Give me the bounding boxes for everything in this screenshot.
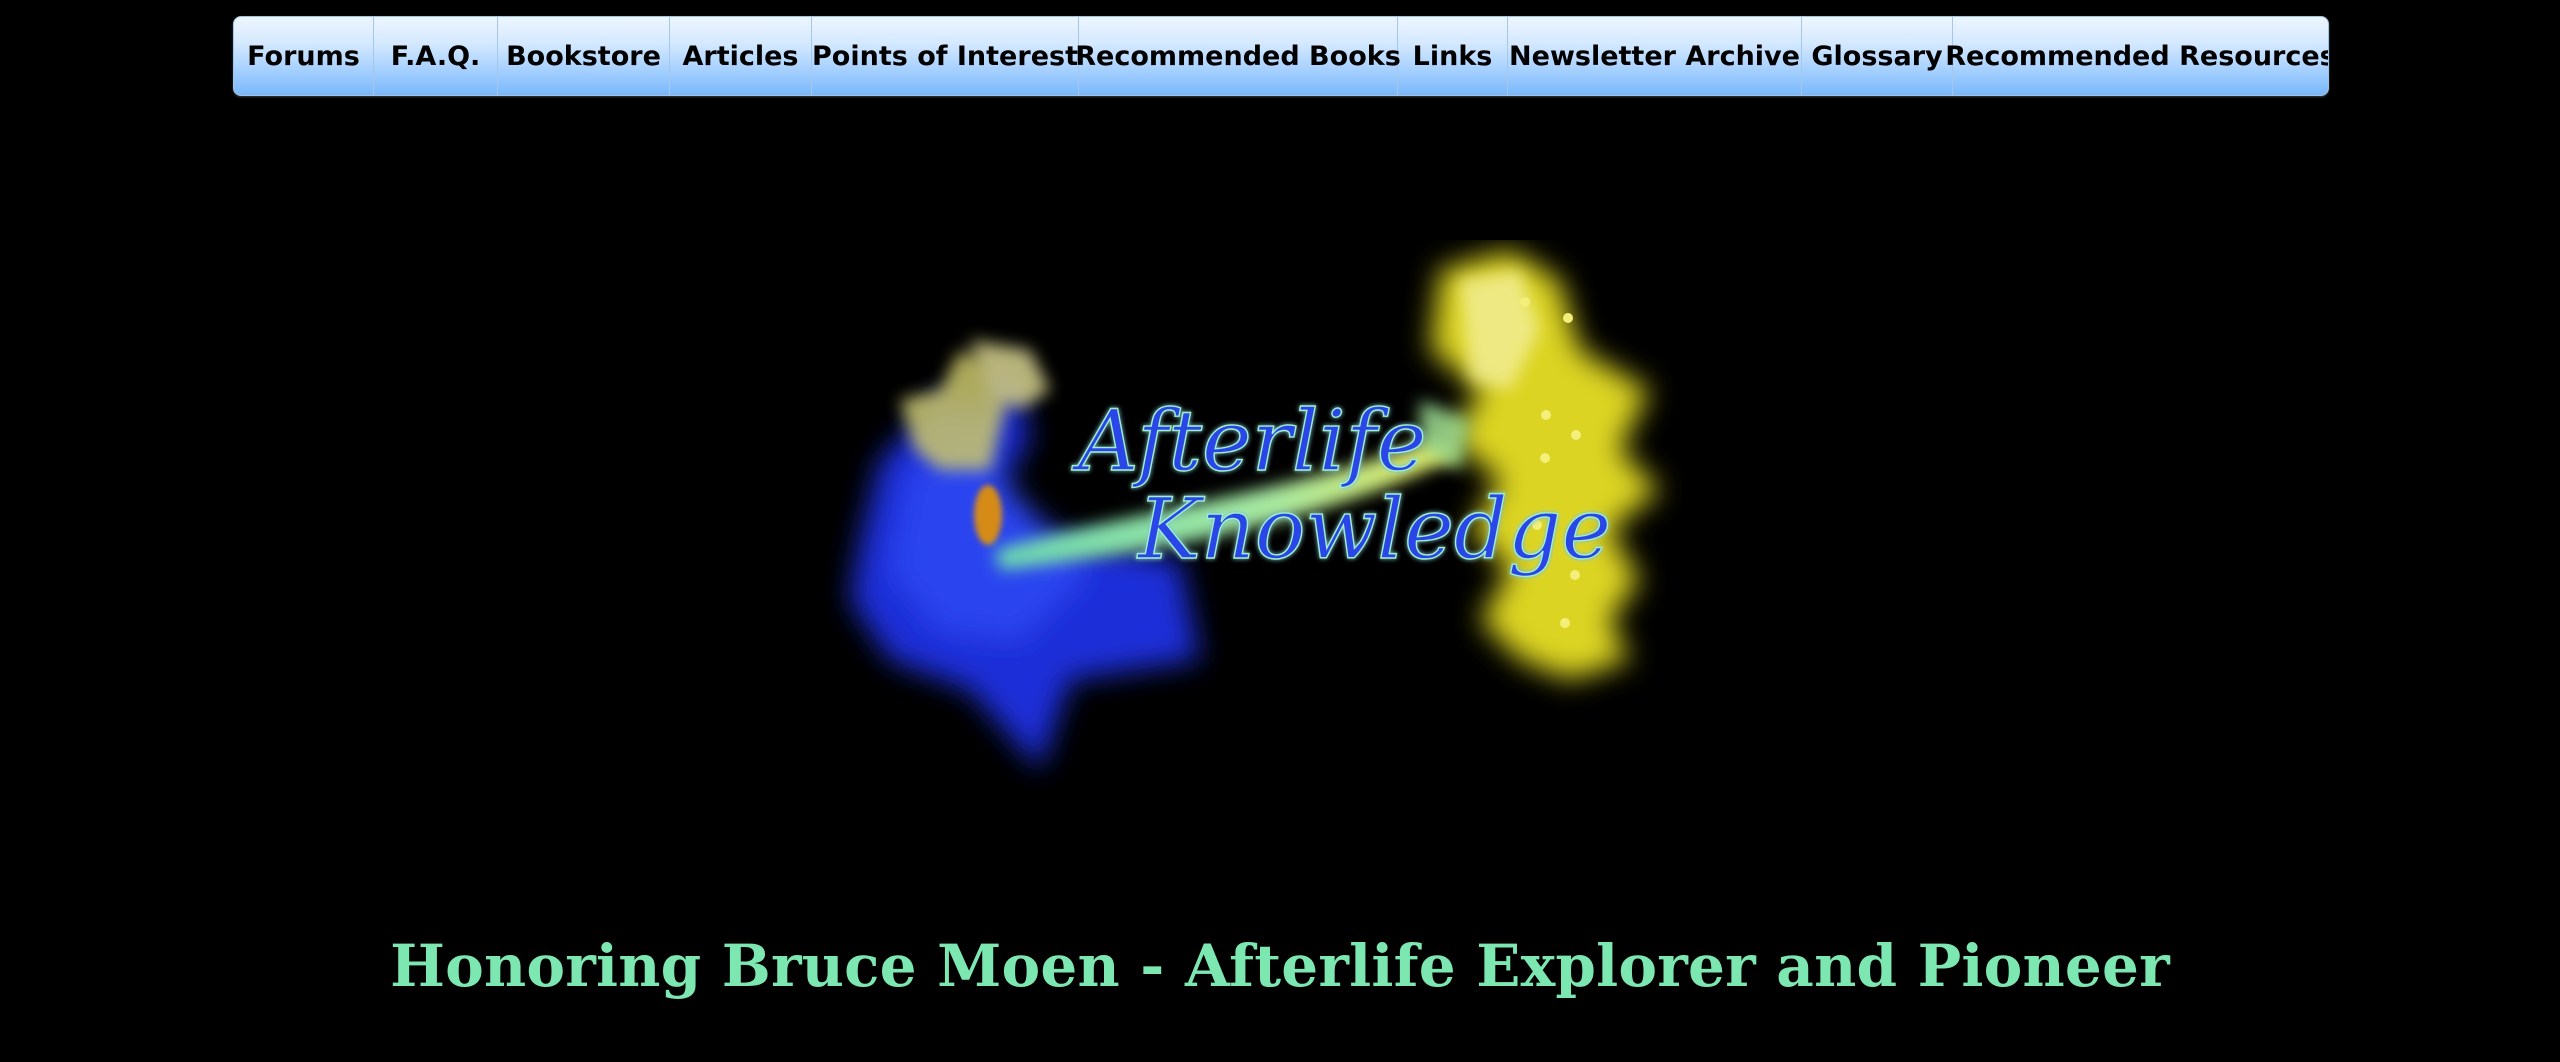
logo-text-line2: Knowledge [1136,480,1611,578]
nav-item-recommended-resources[interactable]: Recommended Resources [1945,17,2328,95]
afterlife-knowledge-logo: Afterlife Knowledge [850,250,1660,770]
blue-flame-yellow-fringe [900,340,1050,470]
nav-item-newsletter-archive[interactable]: Newsletter Archive [1508,17,1802,95]
nav-item-links[interactable]: Links [1398,17,1508,95]
logo-text-line1: Afterlife [1071,392,1426,490]
site-logo: Afterlife Knowledge [820,240,1720,800]
nav-item-faq[interactable]: F.A.Q. [374,17,498,95]
page-title: Honoring Bruce Moen - Afterlife Explorer… [390,932,2170,1000]
nav-item-articles[interactable]: Articles [670,17,812,95]
nav-item-glossary[interactable]: Glossary [1802,17,1953,95]
nav-item-forums[interactable]: Forums [234,17,374,95]
orange-figure [974,485,1002,545]
nav-item-points-of-interest[interactable]: Points of Interest [812,17,1079,95]
nav-item-recommended-books[interactable]: Recommended Books [1075,17,1401,95]
main-navigation: Forums F.A.Q. Bookstore Articles Points … [233,16,2329,96]
nav-item-bookstore[interactable]: Bookstore [498,17,670,95]
